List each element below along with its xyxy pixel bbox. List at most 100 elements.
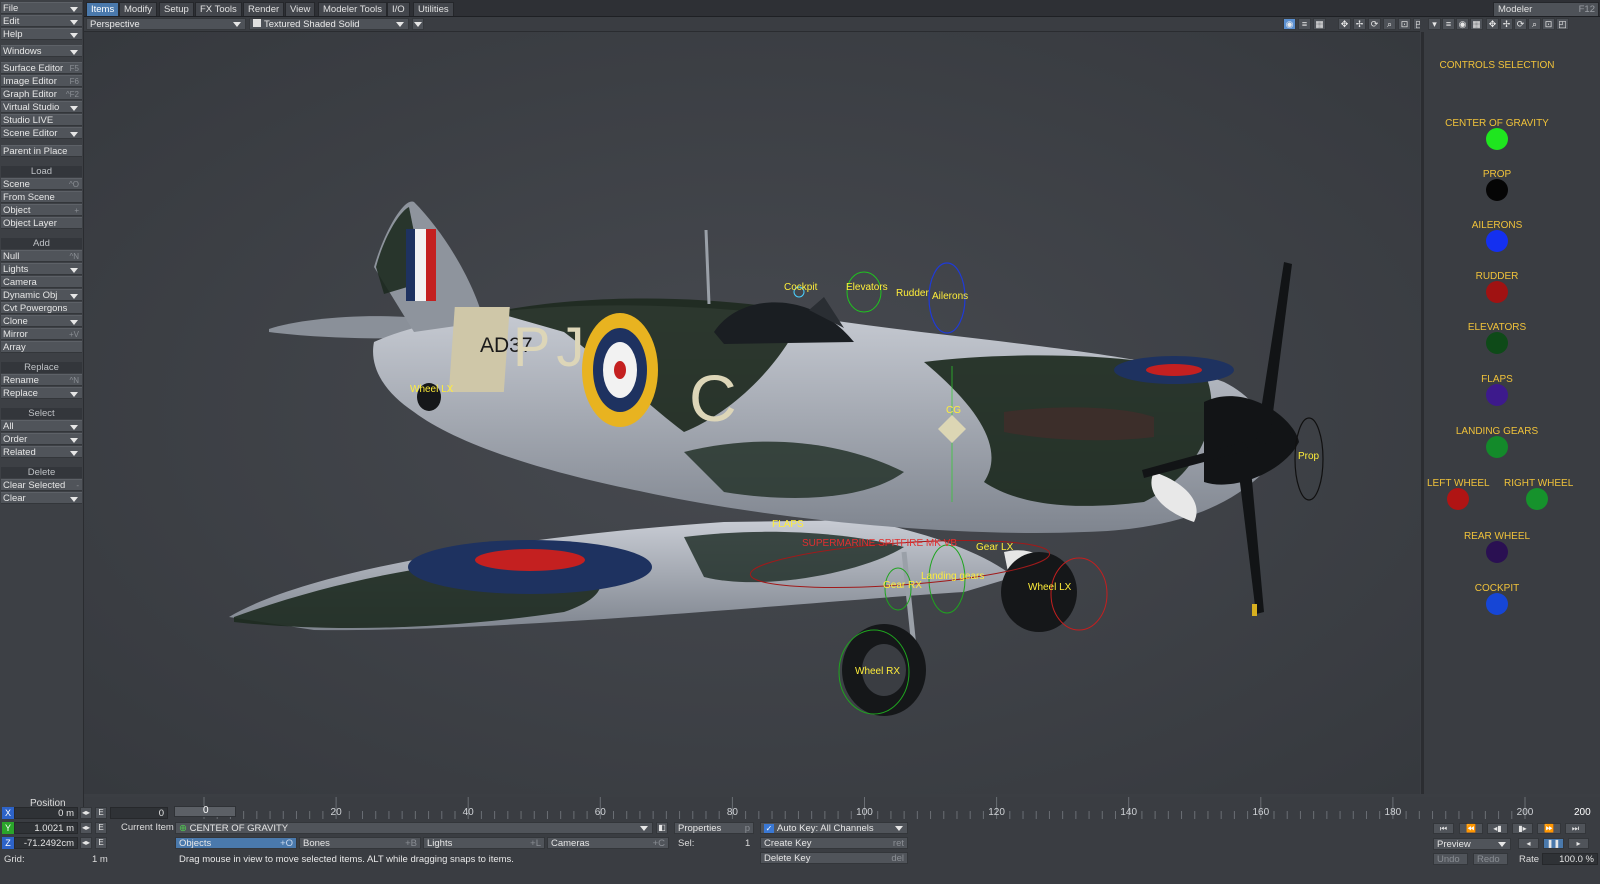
rotate-view-icon[interactable]: ⟳ [1514, 18, 1527, 30]
tab-fx-tools[interactable]: FX Tools [195, 2, 242, 16]
wheel-lx-label[interactable]: Wheel LX [1028, 582, 1071, 593]
select-related-menu[interactable]: Related [1, 446, 82, 458]
create-key-button[interactable]: Create Key ret [760, 837, 908, 849]
pan-view-icon[interactable]: ✢ [1353, 18, 1366, 30]
clear-menu[interactable]: Clear [1, 492, 82, 504]
scene-editor-menu[interactable]: Scene Editor [1, 127, 82, 139]
cockpit-button[interactable] [1486, 593, 1508, 615]
go-to-start-icon[interactable]: ⏮ [1433, 823, 1454, 834]
prop-button[interactable] [1486, 179, 1508, 201]
bones-button[interactable]: Bones +B [299, 837, 421, 849]
edit-menu[interactable]: Edit [1, 15, 82, 27]
next-frame-icon[interactable]: ▮▸ [1512, 823, 1533, 834]
auto-key-checkbox[interactable]: ✓ [764, 824, 774, 833]
flaps-button[interactable] [1486, 384, 1508, 406]
add-lights-menu[interactable]: Lights [1, 263, 82, 275]
array-button[interactable]: Array [1, 341, 82, 353]
properties-button[interactable]: Properties p [674, 822, 754, 834]
prop-label[interactable]: Prop [1298, 451, 1319, 462]
rudder-label[interactable]: Rudder [896, 288, 929, 299]
cvt-powergons-button[interactable]: Cvt Powergons [1, 302, 82, 314]
previous-frame-icon[interactable]: ◂▮ [1487, 823, 1508, 834]
rename-button[interactable]: Rename ^N [1, 374, 82, 386]
load-object-button[interactable]: Object + [1, 204, 82, 216]
delete-key-button[interactable]: Delete Key del [760, 852, 908, 864]
rate-field[interactable]: 100.0 % [1542, 853, 1598, 865]
rotate-view-icon[interactable]: ⟳ [1368, 18, 1381, 30]
clone-menu[interactable]: Clone [1, 315, 82, 327]
timeline-end-frame[interactable]: 200 [1574, 807, 1591, 818]
list-view-icon[interactable]: ≡ [1298, 18, 1311, 30]
elevators-button[interactable] [1486, 332, 1508, 354]
add-camera-button[interactable]: Camera [1, 276, 82, 288]
shading-mode-select[interactable]: Textured Shaded Solid [249, 18, 409, 30]
tab-items[interactable]: Items [86, 2, 120, 16]
pause-icon[interactable]: ❚❚ [1543, 838, 1564, 849]
z-envelope-button[interactable]: E [95, 837, 107, 849]
gear-lx-label[interactable]: Gear LX [976, 542, 1013, 553]
surface-editor-button[interactable]: Surface Editor F5 [1, 62, 82, 74]
add-dynamic-obj-menu[interactable]: Dynamic Obj [1, 289, 82, 301]
rudder-button[interactable] [1486, 281, 1508, 303]
wheel-lx-tail-label[interactable]: Wheel LX [410, 384, 453, 395]
tab-modify[interactable]: Modify [119, 2, 157, 16]
wheel-rx-label[interactable]: Wheel RX [855, 666, 900, 677]
step-back-icon[interactable]: ⏪ [1459, 823, 1483, 834]
ailerons-label[interactable]: Ailerons [932, 291, 968, 302]
landing-gears-label[interactable]: Landing gears [921, 571, 984, 582]
frame-field[interactable]: 0 [110, 807, 168, 819]
redo-button[interactable]: Redo [1473, 853, 1508, 865]
ailerons-button[interactable] [1486, 230, 1508, 252]
load-scene-button[interactable]: Scene ^O [1, 178, 82, 190]
elevators-label[interactable]: Elevators [846, 282, 888, 293]
cameras-button[interactable]: Cameras +C [547, 837, 669, 849]
viewport-options-dropdown[interactable] [412, 18, 424, 30]
step-forward-icon[interactable]: ⏩ [1537, 823, 1561, 834]
camera-view-icon[interactable]: ◉ [1283, 18, 1296, 30]
left-wheel-button[interactable] [1447, 488, 1469, 510]
gear-rx-label[interactable]: Gear RX [883, 580, 922, 591]
tab-setup[interactable]: Setup [159, 2, 194, 16]
y-position-field[interactable]: 1.0021 m [14, 822, 78, 834]
play-icon[interactable]: ▸ [1568, 838, 1589, 849]
zoom-view-icon[interactable]: ⌕ [1528, 18, 1541, 30]
file-menu[interactable]: File [1, 2, 82, 14]
load-from-scene-button[interactable]: From Scene [1, 191, 82, 203]
select-order-menu[interactable]: Order [1, 433, 82, 445]
auto-key-select[interactable]: ✓ Auto Key: All Channels [760, 822, 908, 834]
item-info-icon[interactable]: ◧ [656, 822, 668, 834]
camera-icon[interactable]: ◉ [1456, 18, 1469, 30]
timeline[interactable]: 20 40 60 80 100 120 140 160 180 200 200 0 [84, 797, 1600, 819]
image-editor-button[interactable]: Image Editor F6 [1, 75, 82, 87]
go-to-end-icon[interactable]: ⏭ [1565, 823, 1586, 834]
mirror-button[interactable]: Mirror +V [1, 328, 82, 340]
help-menu[interactable]: Help [1, 28, 82, 40]
x-envelope-button[interactable]: E [95, 807, 107, 819]
load-object-layer-button[interactable]: Object Layer [1, 217, 82, 229]
tab-utilities[interactable]: Utilities [413, 2, 454, 16]
graph-editor-button[interactable]: Graph Editor ^F2 [1, 88, 82, 100]
maximize-view-icon[interactable]: ◰ [1556, 18, 1569, 30]
objects-button[interactable]: Objects +O [175, 837, 297, 849]
z-link-icon[interactable]: ◂▸ [80, 837, 92, 849]
tab-render[interactable]: Render [243, 2, 285, 16]
select-all-menu[interactable]: All [1, 420, 82, 432]
lights-button[interactable]: Lights +L [423, 837, 545, 849]
layout-icon[interactable]: ▦ [1313, 18, 1326, 30]
cg-label[interactable]: CG [946, 405, 961, 416]
view-mode-select[interactable]: Perspective [86, 18, 246, 30]
modeler-button[interactable]: Modeler F12 [1493, 2, 1599, 16]
studio-live-button[interactable]: Studio LIVE [1, 114, 82, 126]
list-view-icon[interactable]: ≡ [1442, 18, 1455, 30]
fit-view-icon[interactable]: ⊡ [1398, 18, 1411, 30]
pan-view-icon[interactable]: ✢ [1500, 18, 1513, 30]
right-wheel-button[interactable] [1526, 488, 1548, 510]
fit-view-icon[interactable]: ⊡ [1542, 18, 1555, 30]
chevron-down-icon[interactable]: ▾ [1428, 18, 1441, 30]
move-view-icon[interactable]: ✥ [1338, 18, 1351, 30]
z-position-field[interactable]: -71.2492cm [14, 837, 78, 849]
replace-menu[interactable]: Replace [1, 387, 82, 399]
flaps-label[interactable]: FLAPS [772, 519, 804, 530]
play-reverse-icon[interactable]: ◂ [1518, 838, 1539, 849]
layout-icon[interactable]: ▦ [1470, 18, 1483, 30]
